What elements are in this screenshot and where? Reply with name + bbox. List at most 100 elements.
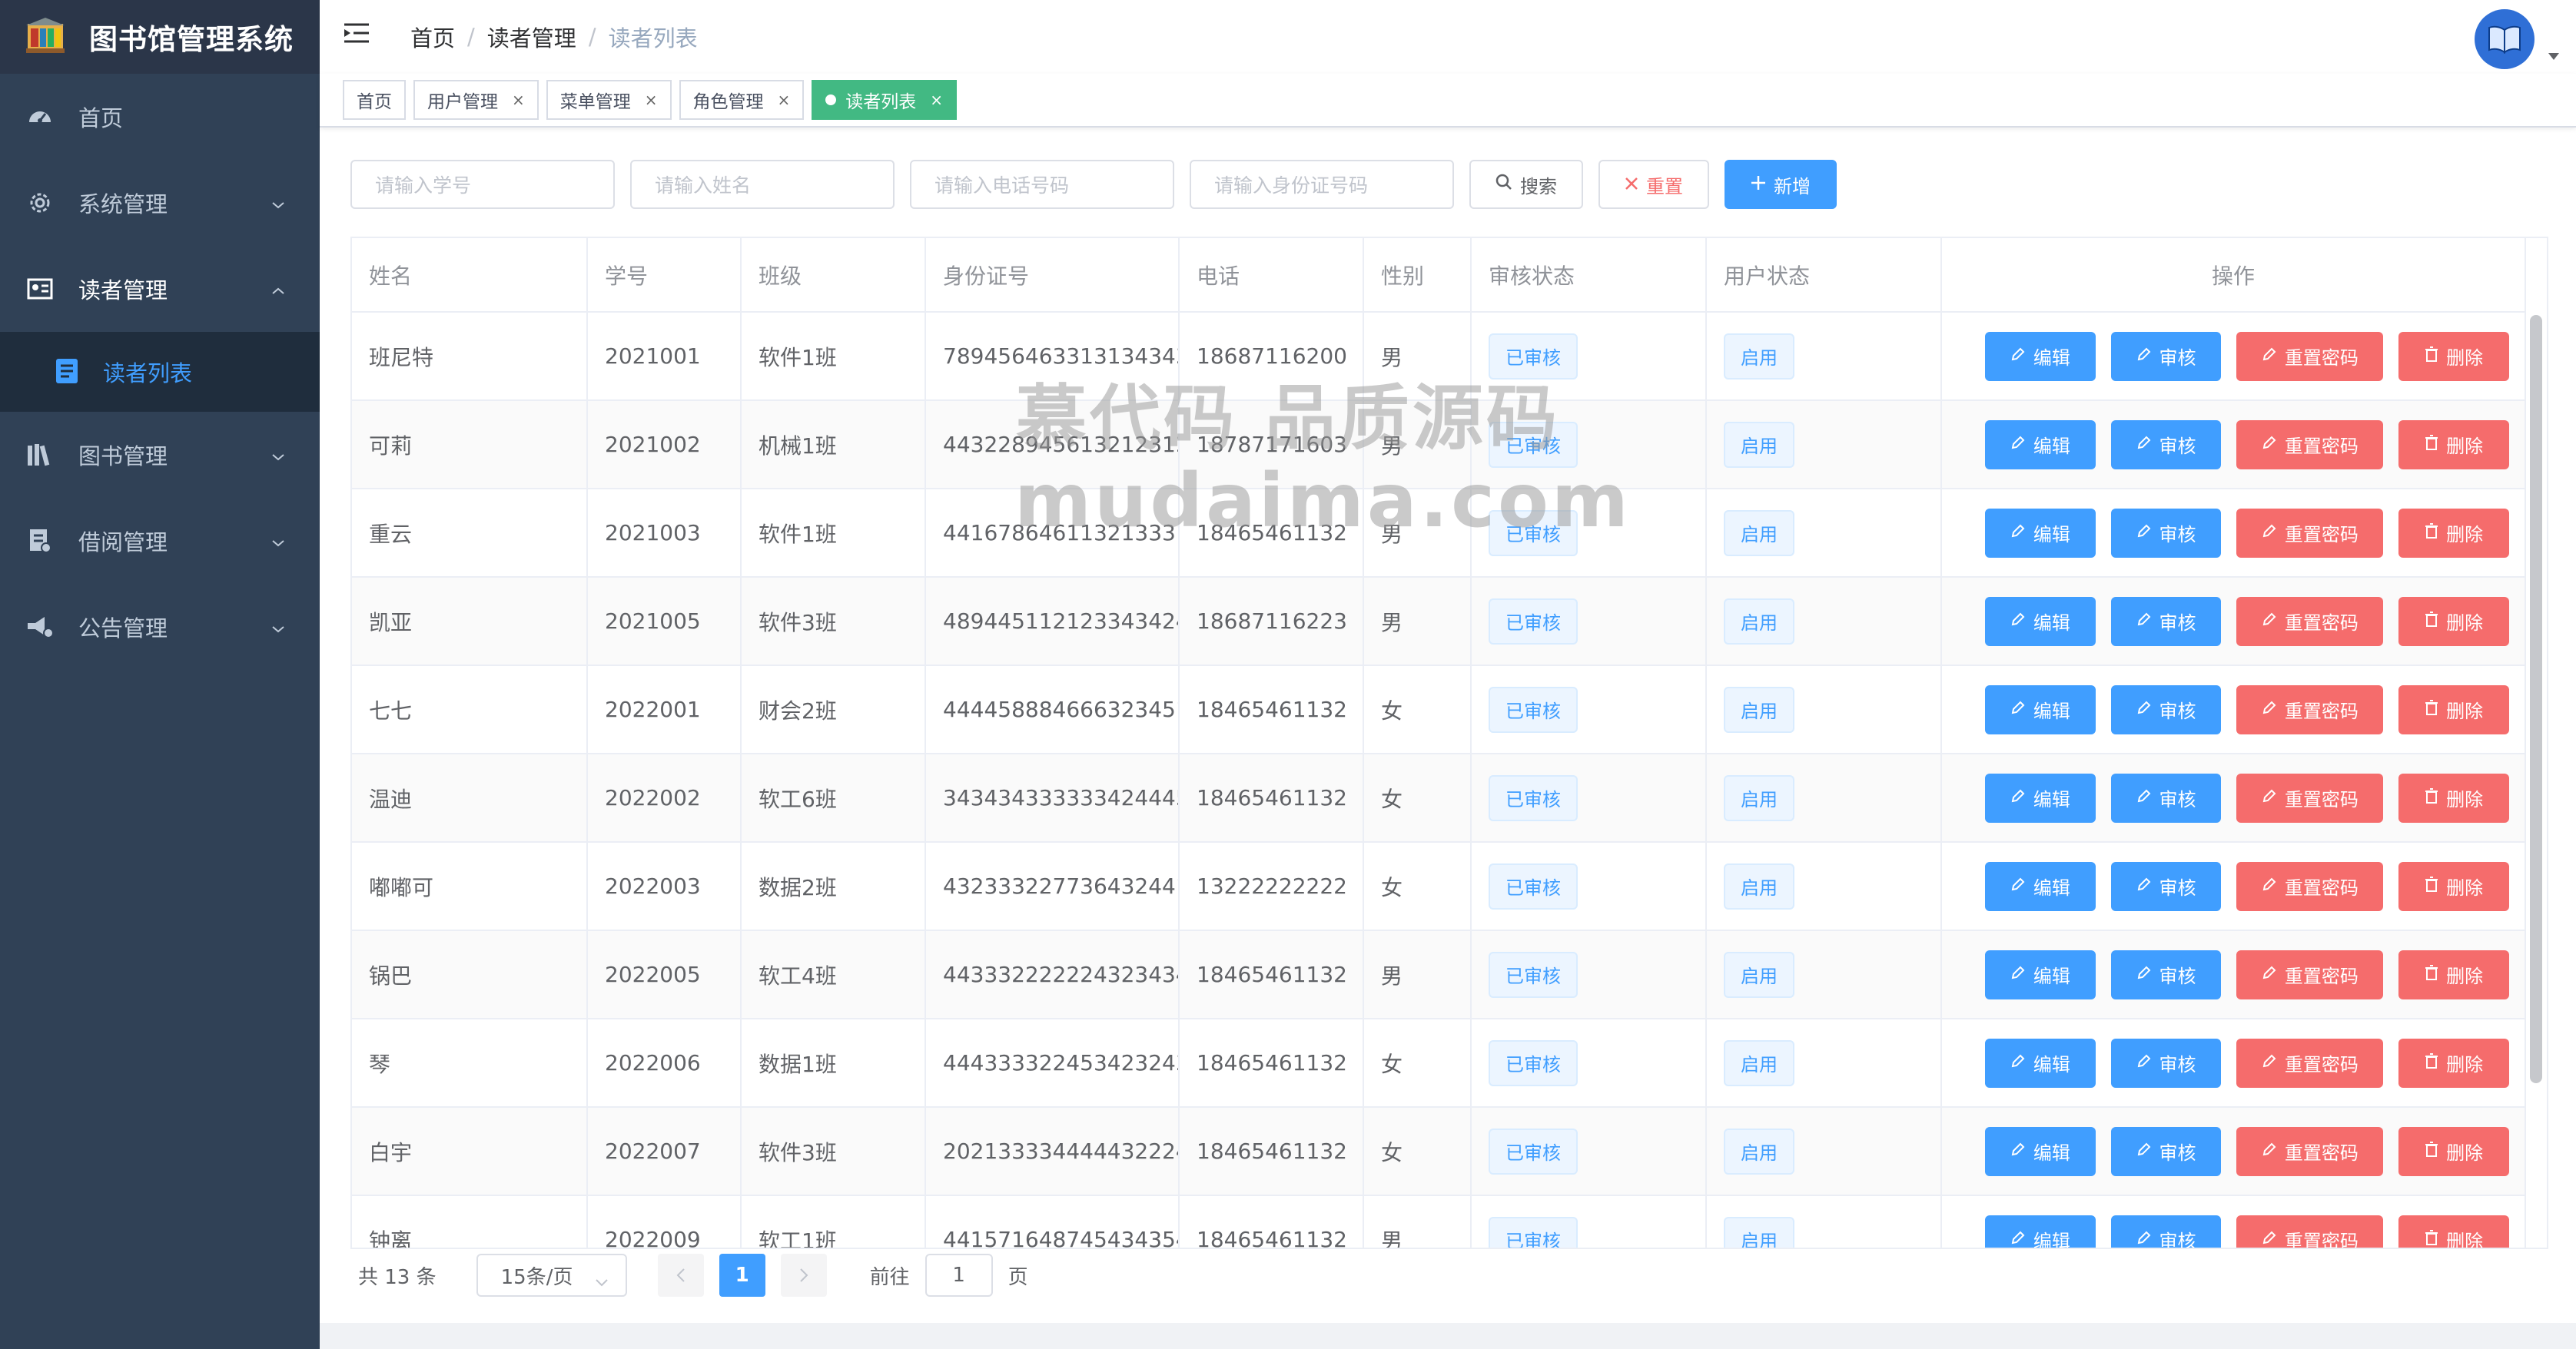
delete-button[interactable]: 删除 xyxy=(2398,1126,2509,1176)
tag-reader-list[interactable]: 读者列表 × xyxy=(812,80,958,120)
cell-name: 锅巴 xyxy=(352,930,588,1019)
reset-password-button-label: 重置密码 xyxy=(2284,877,2359,899)
delete-button[interactable]: 删除 xyxy=(2398,684,2509,734)
tag-menu-management[interactable]: 菜单管理 × xyxy=(546,80,672,120)
tag-home[interactable]: 首页 xyxy=(343,80,406,120)
close-icon[interactable]: × xyxy=(930,91,943,109)
delete-button[interactable]: 删除 xyxy=(2398,331,2509,381)
audit-button[interactable]: 审核 xyxy=(2110,508,2222,558)
reset-password-button[interactable]: 重置密码 xyxy=(2236,419,2384,469)
name-input[interactable]: 请输入姓名 xyxy=(630,160,895,209)
edit-button[interactable]: 编辑 xyxy=(1985,508,2096,558)
edit-button[interactable]: 编辑 xyxy=(1985,1126,2096,1176)
cell-audit-status: 已审核 xyxy=(1471,665,1707,754)
page-number-button[interactable]: 1 xyxy=(719,1254,765,1297)
prev-page-button[interactable] xyxy=(657,1254,704,1297)
cell-name: 凯亚 xyxy=(352,577,588,666)
delete-button[interactable]: 删除 xyxy=(2398,596,2509,646)
sidebar-item-notice[interactable]: 公告管理 xyxy=(0,584,320,670)
audit-button[interactable]: 审核 xyxy=(2110,773,2222,823)
reset-password-button[interactable]: 重置密码 xyxy=(2236,1038,2384,1088)
hamburger-menu-icon[interactable] xyxy=(343,22,373,52)
search-button[interactable]: 搜索 xyxy=(1469,160,1583,209)
reset-password-button[interactable]: 重置密码 xyxy=(2236,861,2384,911)
table-row: 温迪 2022002 软工6班 343434333333424445 184654611… xyxy=(352,754,2526,843)
sidebar-item-readers[interactable]: 读者管理 xyxy=(0,246,320,332)
edit-button-label: 编辑 xyxy=(2033,1231,2070,1249)
edit-button[interactable]: 编辑 xyxy=(1985,1215,2096,1249)
reset-password-button-label: 重置密码 xyxy=(2284,701,2359,722)
cell-name: 嘟嘟可 xyxy=(352,842,588,931)
caret-down-icon[interactable] xyxy=(2548,49,2559,60)
reset-password-button[interactable]: 重置密码 xyxy=(2236,773,2384,823)
edit-button[interactable]: 编辑 xyxy=(1985,684,2096,734)
cell-user-status: 启用 xyxy=(1706,1195,1942,1248)
table-header-row: 姓名 学号 班级 身份证号 电话 性别 审核状态 用户状态 操作 xyxy=(352,238,2526,313)
audit-button[interactable]: 审核 xyxy=(2110,861,2222,911)
audit-button[interactable]: 审核 xyxy=(2110,1038,2222,1088)
breadcrumb-home[interactable]: 首页 xyxy=(410,21,455,53)
reset-password-button-label: 重置密码 xyxy=(2284,1231,2359,1249)
page-size-select[interactable]: 15条/页 xyxy=(476,1254,627,1297)
user-avatar[interactable] xyxy=(2475,9,2535,69)
audit-button[interactable]: 审核 xyxy=(2110,596,2222,646)
close-icon[interactable]: × xyxy=(645,91,658,109)
close-icon[interactable]: × xyxy=(778,91,791,109)
table-scrollbar[interactable] xyxy=(2530,315,2542,1083)
next-page-button[interactable] xyxy=(780,1254,827,1297)
audit-button[interactable]: 审核 xyxy=(2110,950,2222,999)
reset-button[interactable]: 重置 xyxy=(1598,160,1709,209)
reset-password-button[interactable]: 重置密码 xyxy=(2236,1126,2384,1176)
chevron-right-icon xyxy=(799,1268,808,1282)
reset-password-button[interactable]: 重置密码 xyxy=(2236,950,2384,999)
cell-class: 机械1班 xyxy=(741,400,926,489)
edit-button[interactable]: 编辑 xyxy=(1985,861,2096,911)
reset-password-button[interactable]: 重置密码 xyxy=(2236,331,2384,381)
delete-button[interactable]: 删除 xyxy=(2398,861,2509,911)
edit-button[interactable]: 编辑 xyxy=(1985,596,2096,646)
edit-button[interactable]: 编辑 xyxy=(1985,950,2096,999)
audit-button[interactable]: 审核 xyxy=(2110,1215,2222,1248)
pencil-icon xyxy=(2262,435,2277,455)
pencil-icon xyxy=(2010,1142,2026,1162)
add-button[interactable]: 新增 xyxy=(1725,160,1837,209)
close-icon[interactable]: × xyxy=(512,91,525,109)
sidebar-item-books[interactable]: 图书管理 xyxy=(0,412,320,498)
cell-name: 七七 xyxy=(352,665,588,754)
sidebar-item-system[interactable]: 系统管理 xyxy=(0,160,320,246)
cell-id-card: 343434333333424445 xyxy=(925,754,1180,843)
audit-button[interactable]: 审核 xyxy=(2110,684,2222,734)
sidebar-item-home[interactable]: 首页 xyxy=(0,74,320,160)
reset-password-button-label: 重置密码 xyxy=(2284,436,2359,457)
reset-password-button[interactable]: 重置密码 xyxy=(2236,508,2384,558)
tag-user-management[interactable]: 用户管理 × xyxy=(413,80,539,120)
delete-button[interactable]: 删除 xyxy=(2398,1038,2509,1088)
edit-button[interactable]: 编辑 xyxy=(1985,419,2096,469)
delete-button[interactable]: 删除 xyxy=(2398,508,2509,558)
table-row: 白宇 2022007 软件3班 202133334444432224 184654611… xyxy=(352,1107,2526,1196)
audit-button[interactable]: 审核 xyxy=(2110,1126,2222,1176)
delete-button[interactable]: 删除 xyxy=(2398,419,2509,469)
id-card-input[interactable]: 请输入身份证号码 xyxy=(1190,160,1454,209)
phone-input[interactable]: 请输入电话号码 xyxy=(910,160,1174,209)
delete-button[interactable]: 删除 xyxy=(2398,773,2509,823)
reset-password-button[interactable]: 重置密码 xyxy=(2236,684,2384,734)
app-logo[interactable]: 图书馆管理系统 xyxy=(0,0,320,74)
pencil-icon xyxy=(2262,877,2277,897)
edit-button[interactable]: 编辑 xyxy=(1985,773,2096,823)
edit-button[interactable]: 编辑 xyxy=(1985,331,2096,381)
audit-button[interactable]: 审核 xyxy=(2110,419,2222,469)
breadcrumb-readers[interactable]: 读者管理 xyxy=(487,21,576,53)
audit-button[interactable]: 审核 xyxy=(2110,331,2222,381)
student-no-input[interactable]: 请输入学号 xyxy=(350,160,615,209)
delete-button[interactable]: 删除 xyxy=(2398,950,2509,999)
goto-page-input[interactable]: 1 xyxy=(925,1254,993,1297)
tag-role-management[interactable]: 角色管理 × xyxy=(679,80,805,120)
search-icon xyxy=(1495,174,1512,195)
reset-password-button[interactable]: 重置密码 xyxy=(2236,1215,2384,1249)
reset-password-button[interactable]: 重置密码 xyxy=(2236,596,2384,646)
sidebar-subitem-reader-list[interactable]: 读者列表 xyxy=(0,332,320,412)
edit-button[interactable]: 编辑 xyxy=(1985,1038,2096,1088)
delete-button[interactable]: 删除 xyxy=(2398,1215,2509,1248)
sidebar-item-borrow[interactable]: 借阅管理 xyxy=(0,498,320,584)
